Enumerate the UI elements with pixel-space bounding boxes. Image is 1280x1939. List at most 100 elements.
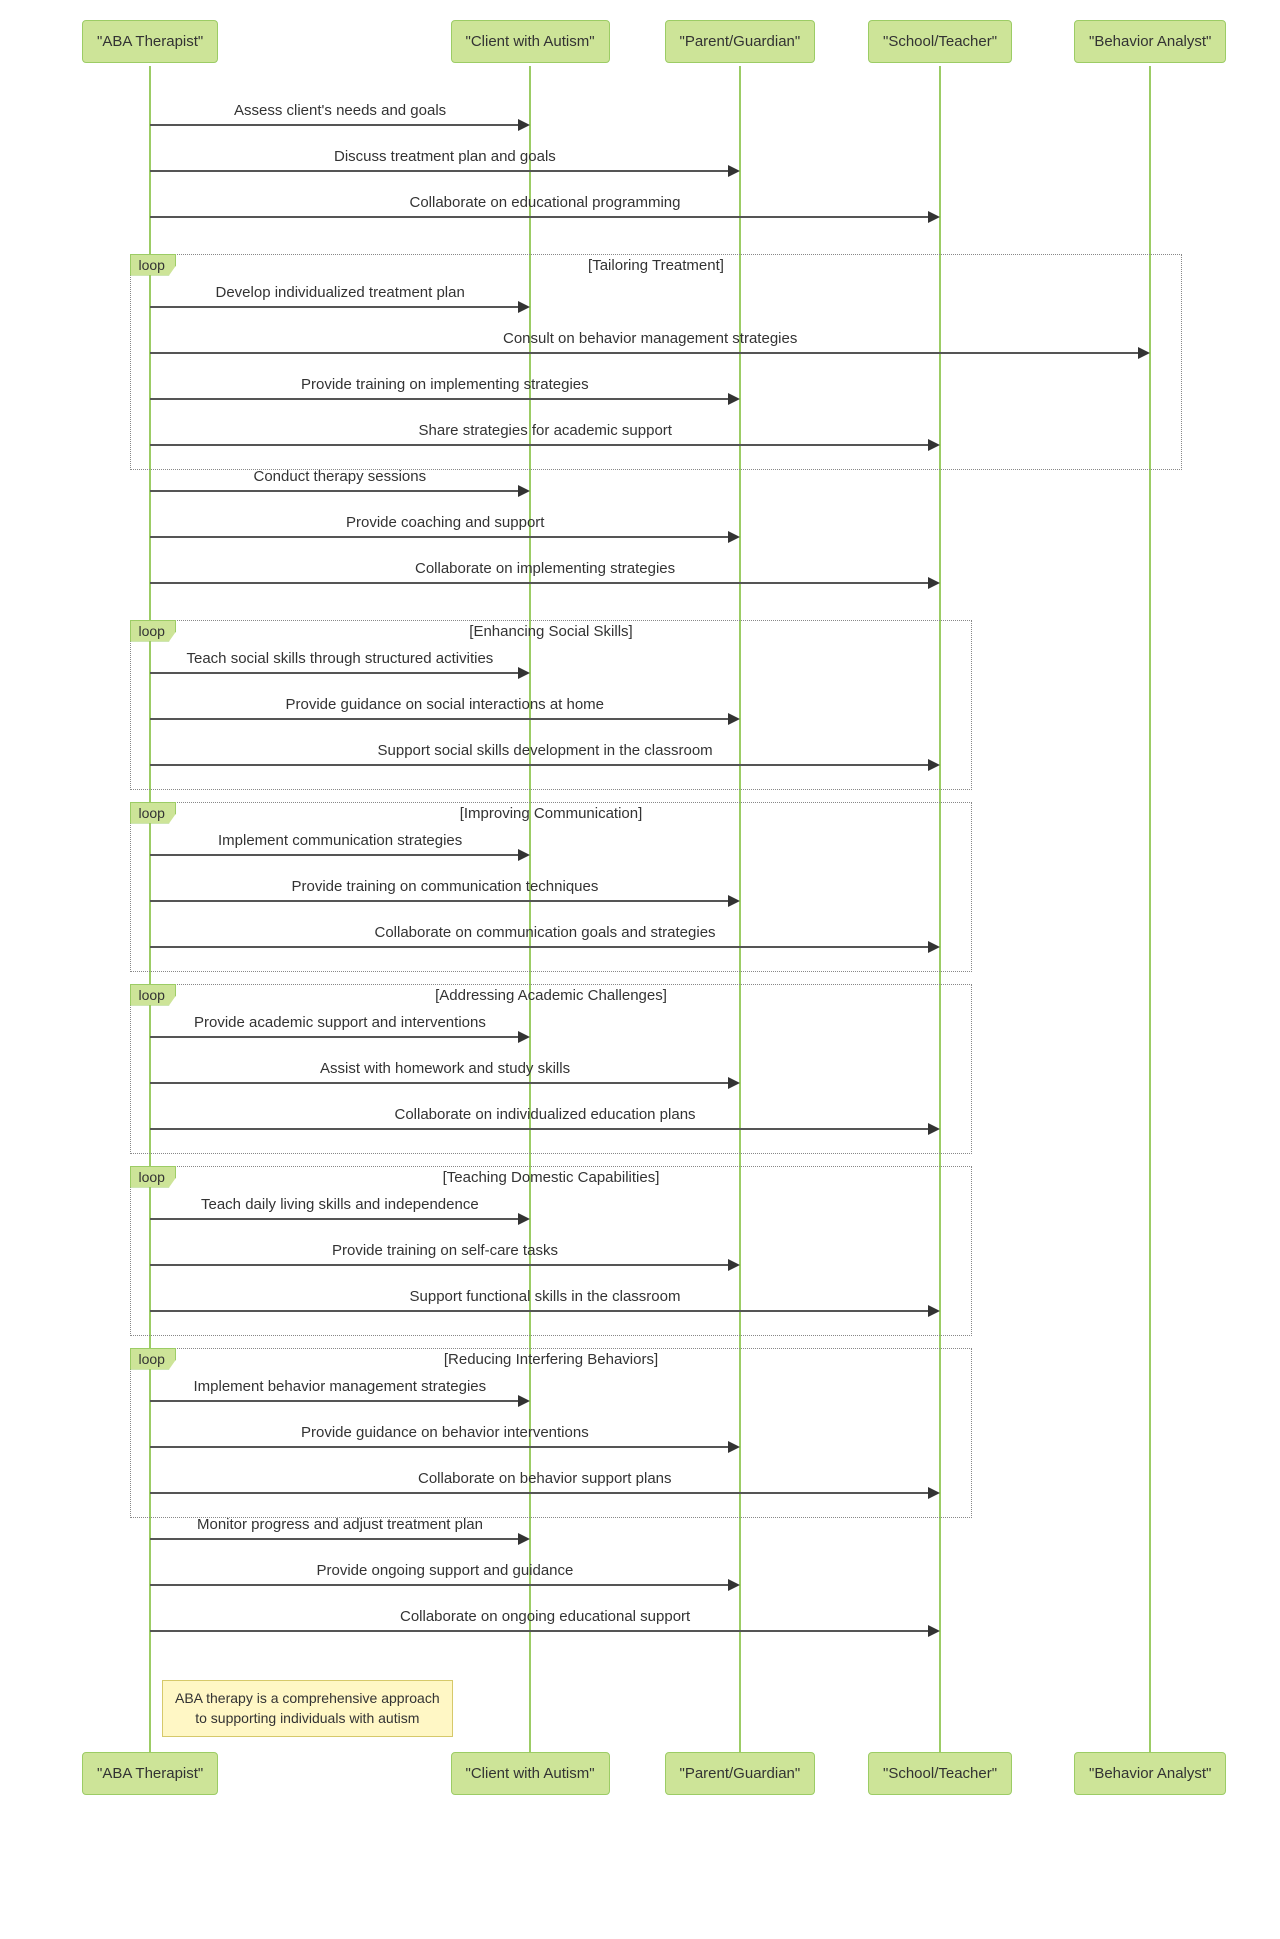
arrowhead-icon: [928, 1625, 940, 1637]
arrowhead-icon: [728, 1579, 740, 1591]
loop-tab: loop: [130, 254, 176, 276]
arrowhead-icon: [728, 165, 740, 177]
arrowhead-icon: [928, 439, 940, 451]
loop-tab: loop: [130, 620, 176, 642]
participant-therapist-top: "ABA Therapist": [82, 20, 218, 63]
loop-title: [Teaching Domestic Capabilities]: [443, 1169, 660, 1186]
arrowhead-icon: [728, 393, 740, 405]
loop-title: [Enhancing Social Skills]: [469, 623, 632, 640]
message-label: Provide coaching and support: [346, 514, 544, 531]
arrowhead-icon: [928, 1487, 940, 1499]
message-label: Implement behavior management strategies: [194, 1378, 487, 1395]
message-arrow: [150, 536, 730, 538]
message-label: Share strategies for academic support: [419, 422, 672, 439]
message-arrow: [150, 398, 730, 400]
arrowhead-icon: [928, 1305, 940, 1317]
message-label: Collaborate on individualized education …: [395, 1106, 696, 1123]
message-label: Monitor progress and adjust treatment pl…: [197, 1516, 483, 1533]
message-arrow: [150, 1218, 520, 1220]
participant-parent-top: "Parent/Guardian": [665, 20, 816, 63]
message-label: Collaborate on implementing strategies: [415, 560, 675, 577]
message-arrow: [150, 352, 1140, 354]
loop-tab: loop: [130, 1348, 176, 1370]
participant-client-top: "Client with Autism": [451, 20, 610, 63]
message-arrow: [150, 1400, 520, 1402]
message-label: Collaborate on behavior support plans: [418, 1470, 672, 1487]
participant-client-bottom: "Client with Autism": [451, 1752, 610, 1795]
message-label: Teach daily living skills and independen…: [201, 1196, 479, 1213]
loop-tab: loop: [130, 802, 176, 824]
arrowhead-icon: [518, 667, 530, 679]
message-label: Discuss treatment plan and goals: [334, 148, 556, 165]
message-arrow: [150, 854, 520, 856]
message-arrow: [150, 718, 730, 720]
message-arrow: [150, 490, 520, 492]
message-arrow: [150, 1264, 730, 1266]
arrowhead-icon: [518, 1533, 530, 1545]
arrowhead-icon: [518, 1213, 530, 1225]
message-arrow: [150, 1036, 520, 1038]
message-arrow: [150, 306, 520, 308]
message-label: Collaborate on educational programming: [410, 194, 681, 211]
message-label: Provide guidance on social interactions …: [286, 696, 605, 713]
arrowhead-icon: [518, 849, 530, 861]
arrowhead-icon: [928, 211, 940, 223]
participant-analyst-top: "Behavior Analyst": [1074, 20, 1226, 63]
message-label: Provide training on communication techni…: [292, 878, 599, 895]
message-label: Conduct therapy sessions: [254, 468, 427, 485]
message-label: Develop individualized treatment plan: [216, 284, 465, 301]
participant-teacher-top: "School/Teacher": [868, 20, 1012, 63]
message-arrow: [150, 1492, 930, 1494]
message-arrow: [150, 764, 930, 766]
message-label: Provide guidance on behavior interventio…: [301, 1424, 589, 1441]
arrowhead-icon: [728, 895, 740, 907]
message-label: Consult on behavior management strategie…: [503, 330, 797, 347]
message-arrow: [150, 1538, 520, 1540]
loop-title: [Tailoring Treatment]: [588, 257, 724, 274]
message-label: Assist with homework and study skills: [320, 1060, 570, 1077]
message-arrow: [150, 124, 520, 126]
loop-tab: loop: [130, 984, 176, 1006]
message-label: Teach social skills through structured a…: [187, 650, 494, 667]
message-label: Collaborate on communication goals and s…: [375, 924, 716, 941]
message-arrow: [150, 900, 730, 902]
arrowhead-icon: [728, 1259, 740, 1271]
message-label: Provide academic support and interventio…: [194, 1014, 486, 1031]
arrowhead-icon: [518, 1031, 530, 1043]
arrowhead-icon: [518, 119, 530, 131]
arrowhead-icon: [928, 577, 940, 589]
message-label: Assess client's needs and goals: [234, 102, 446, 119]
loop-title: [Addressing Academic Challenges]: [435, 987, 667, 1004]
arrowhead-icon: [518, 301, 530, 313]
loop-title: [Improving Communication]: [460, 805, 643, 822]
message-arrow: [150, 1082, 730, 1084]
message-arrow: [150, 946, 930, 948]
arrowhead-icon: [728, 531, 740, 543]
arrowhead-icon: [928, 759, 940, 771]
message-arrow: [150, 672, 520, 674]
loop-tab: loop: [130, 1166, 176, 1188]
message-arrow: [150, 1584, 730, 1586]
diagram-note: ABA therapy is a comprehensive approacht…: [162, 1680, 453, 1737]
message-label: Support social skills development in the…: [378, 742, 713, 759]
sequence-diagram: "ABA Therapist" "Client with Autism" "Pare…: [20, 20, 1260, 1802]
arrowhead-icon: [518, 485, 530, 497]
message-label: Provide training on self-care tasks: [332, 1242, 558, 1259]
participant-analyst-bottom: "Behavior Analyst": [1074, 1752, 1226, 1795]
participant-therapist-bottom: "ABA Therapist": [82, 1752, 218, 1795]
message-label: Provide training on implementing strateg…: [301, 376, 589, 393]
arrowhead-icon: [728, 1077, 740, 1089]
arrowhead-icon: [928, 1123, 940, 1135]
arrowhead-icon: [518, 1395, 530, 1407]
message-label: Collaborate on ongoing educational suppo…: [400, 1608, 690, 1625]
arrowhead-icon: [1138, 347, 1150, 359]
message-arrow: [150, 444, 930, 446]
message-label: Support functional skills in the classro…: [410, 1288, 681, 1305]
arrowhead-icon: [728, 713, 740, 725]
participant-teacher-bottom: "School/Teacher": [868, 1752, 1012, 1795]
message-arrow: [150, 1128, 930, 1130]
participant-parent-bottom: "Parent/Guardian": [665, 1752, 816, 1795]
loop-title: [Reducing Interfering Behaviors]: [444, 1351, 658, 1368]
message-arrow: [150, 216, 930, 218]
message-arrow: [150, 1446, 730, 1448]
